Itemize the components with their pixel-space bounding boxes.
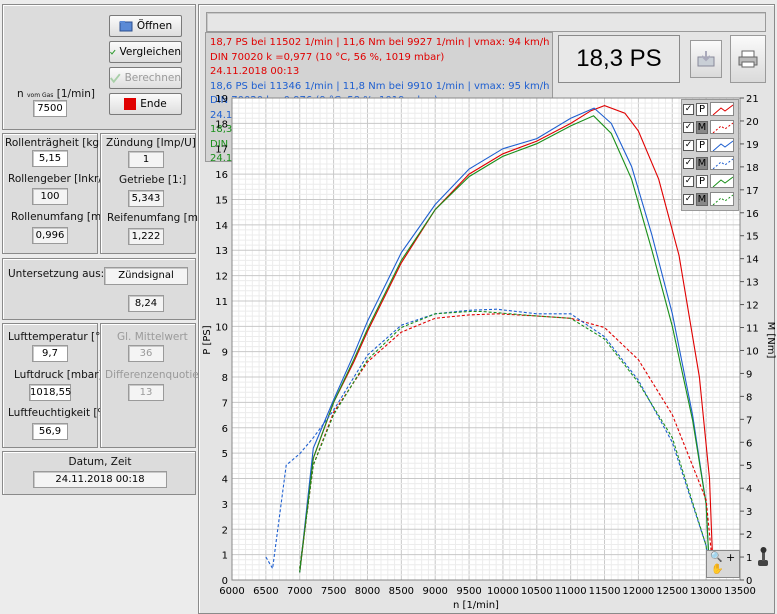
datetime-label: Datum, Zeit: [68, 456, 132, 468]
air-temp-label: Lufttemperatur [°C]: [8, 331, 112, 343]
roll-inertia-input[interactable]: 5,15: [32, 150, 68, 167]
legend-item[interactable]: ✓ P: [683, 101, 734, 117]
legend-swatch: [710, 174, 734, 188]
legend-item[interactable]: ✓ P: [683, 173, 734, 189]
save-icon: [697, 51, 715, 67]
roll-encoder-label: Rollengeber [Inkr/U]: [8, 173, 114, 185]
joystick-icon: [758, 547, 768, 566]
legend-swatch: [710, 120, 734, 134]
roll-encoder-value: 100: [32, 188, 68, 205]
stop-icon: [124, 98, 137, 110]
legend-swatch: [710, 156, 734, 170]
tire-circ-value: 1,222: [128, 228, 164, 245]
legend-type-label: M: [696, 156, 708, 170]
humidity-input[interactable]: 56,9: [32, 423, 68, 440]
zoom-icon[interactable]: 🔍: [710, 552, 722, 563]
tire-circ-label: Reifenumfang [m]: [107, 212, 203, 224]
gearbox-value: 5,343: [128, 190, 164, 207]
legend-checkbox[interactable]: ✓: [683, 121, 694, 133]
check-icon: [110, 73, 121, 84]
scroll-handle[interactable]: [757, 546, 769, 568]
legend-type-label: M: [696, 192, 708, 206]
check-icon: [110, 49, 116, 55]
datetime-value: 24.11.2018 00:18: [33, 471, 167, 488]
run1-line3: 24.11.2018 00:13: [210, 66, 300, 77]
roll-circ-value: 0,996: [32, 227, 68, 244]
run3-line1: 18,3 PS bei 11338 1/min | 11,7 Nm bei 96…: [210, 124, 550, 135]
legend-checkbox[interactable]: ✓: [683, 139, 694, 151]
legend-item[interactable]: ✓ M: [683, 191, 734, 207]
legend-swatch: [710, 192, 734, 206]
legend-type-label: P: [696, 174, 708, 188]
zoom-tools: 🔍 + ✋: [706, 550, 740, 578]
ignition-label: Zündung [Imp/U]: [106, 137, 196, 149]
run2-line2: DIN 70020 k =0,976 (9 °C, 58 %, 1019 mba…: [210, 95, 438, 106]
open-button[interactable]: Öffnen: [109, 15, 182, 37]
ratio-source-select[interactable]: Zündsignal: [104, 267, 188, 285]
save-button[interactable]: [690, 40, 722, 78]
legend-swatch: [710, 102, 734, 116]
ratio-value: 8,24: [128, 295, 164, 312]
calculate-button[interactable]: Berechnen: [109, 67, 182, 89]
legend-checkbox[interactable]: ✓: [683, 157, 694, 169]
pan-hand-icon[interactable]: ✋: [711, 564, 723, 575]
smoothing-label: Gl. Mittelwert: [117, 331, 188, 343]
legend-checkbox[interactable]: ✓: [683, 193, 694, 205]
legend-type-label: P: [696, 102, 708, 116]
legend-checkbox[interactable]: ✓: [683, 103, 694, 115]
run3-line2: DIN 70020 k =0,977 (10 °C, 57 %, 1019 mb…: [210, 138, 445, 150]
run2-line3: 24.11.2018 00:16: [210, 109, 300, 121]
legend-item[interactable]: ✓ M: [683, 119, 734, 135]
air-pressure-input[interactable]: 1018,55: [29, 384, 71, 401]
run3-line3: 24.11.2018 00:18: [210, 153, 300, 164]
folder-icon: [119, 21, 133, 32]
run2-line1: 18,6 PS bei 11346 1/min | 11,8 Nm bei 99…: [210, 80, 550, 92]
legend-type-label: P: [696, 138, 708, 152]
diffq-value[interactable]: 13: [128, 384, 164, 401]
print-button[interactable]: [730, 35, 766, 83]
ignition-value: 1: [128, 151, 164, 168]
power-display: 18,3 PS: [558, 35, 680, 83]
legend-type-label: M: [696, 120, 708, 134]
run1-line1: 18,7 PS bei 11502 1/min | 11,6 Nm bei 99…: [210, 37, 550, 48]
run-info-box: 18,7 PS bei 11502 1/min | 11,6 Nm bei 99…: [205, 32, 553, 164]
smoothing-value[interactable]: 36: [128, 345, 164, 362]
ratio-label: Untersetzung aus:: [8, 268, 105, 280]
cursor-plus-icon[interactable]: +: [726, 551, 735, 564]
legend-swatch: [710, 138, 734, 152]
roll-circ-label: Rollenumfang [m]: [11, 211, 106, 223]
run1-line2: DIN 70020 k =0,977 (10 °C, 56 %, 1019 mb…: [210, 51, 445, 63]
legend-item[interactable]: ✓ M: [683, 155, 734, 171]
compare-button[interactable]: Vergleichen: [109, 41, 182, 63]
diffq-label: Differenzenquotient: [105, 369, 210, 381]
status-bar: [206, 12, 766, 32]
legend-item[interactable]: ✓ P: [683, 137, 734, 153]
printer-icon: [738, 50, 758, 68]
n-input[interactable]: 7500: [33, 100, 67, 117]
legend-checkbox[interactable]: ✓: [683, 175, 694, 187]
end-button[interactable]: Ende: [109, 93, 182, 115]
air-temp-input[interactable]: 9,7: [32, 345, 68, 362]
gearbox-label: Getriebe [1:]: [119, 174, 187, 186]
air-pressure-label: Luftdruck [mbar]: [14, 369, 103, 381]
n-label: n vom Gas [1/min]: [17, 88, 95, 100]
humidity-label: Luftfeuchtigkeit [%]: [8, 407, 112, 419]
